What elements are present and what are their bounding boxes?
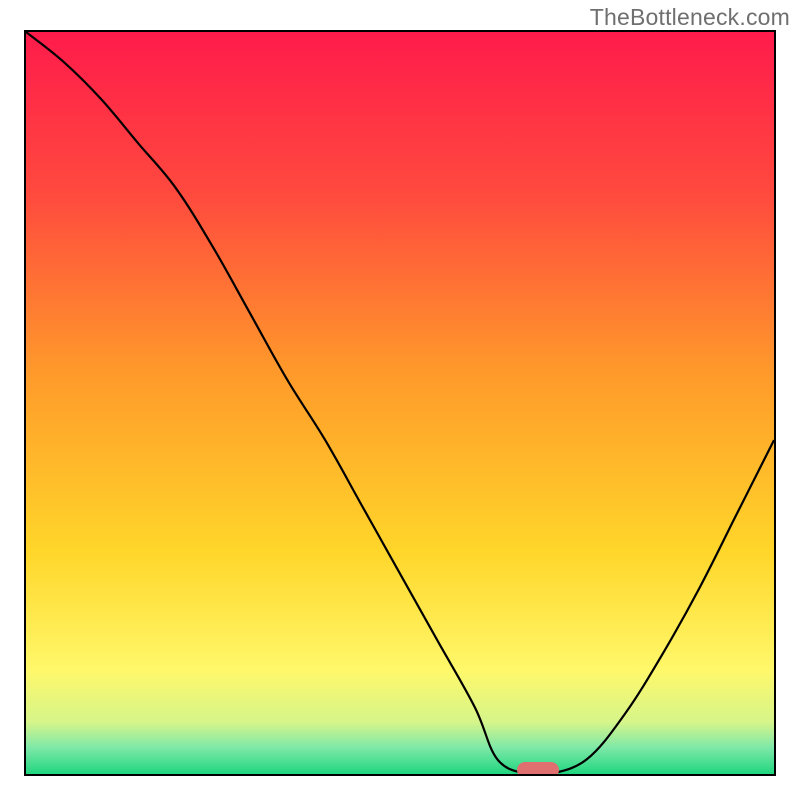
plot-area [24, 30, 776, 776]
optimum-marker [517, 762, 559, 776]
bottleneck-curve [26, 32, 774, 774]
watermark-text: TheBottleneck.com [590, 4, 790, 31]
chart-container: TheBottleneck.com [0, 0, 800, 800]
